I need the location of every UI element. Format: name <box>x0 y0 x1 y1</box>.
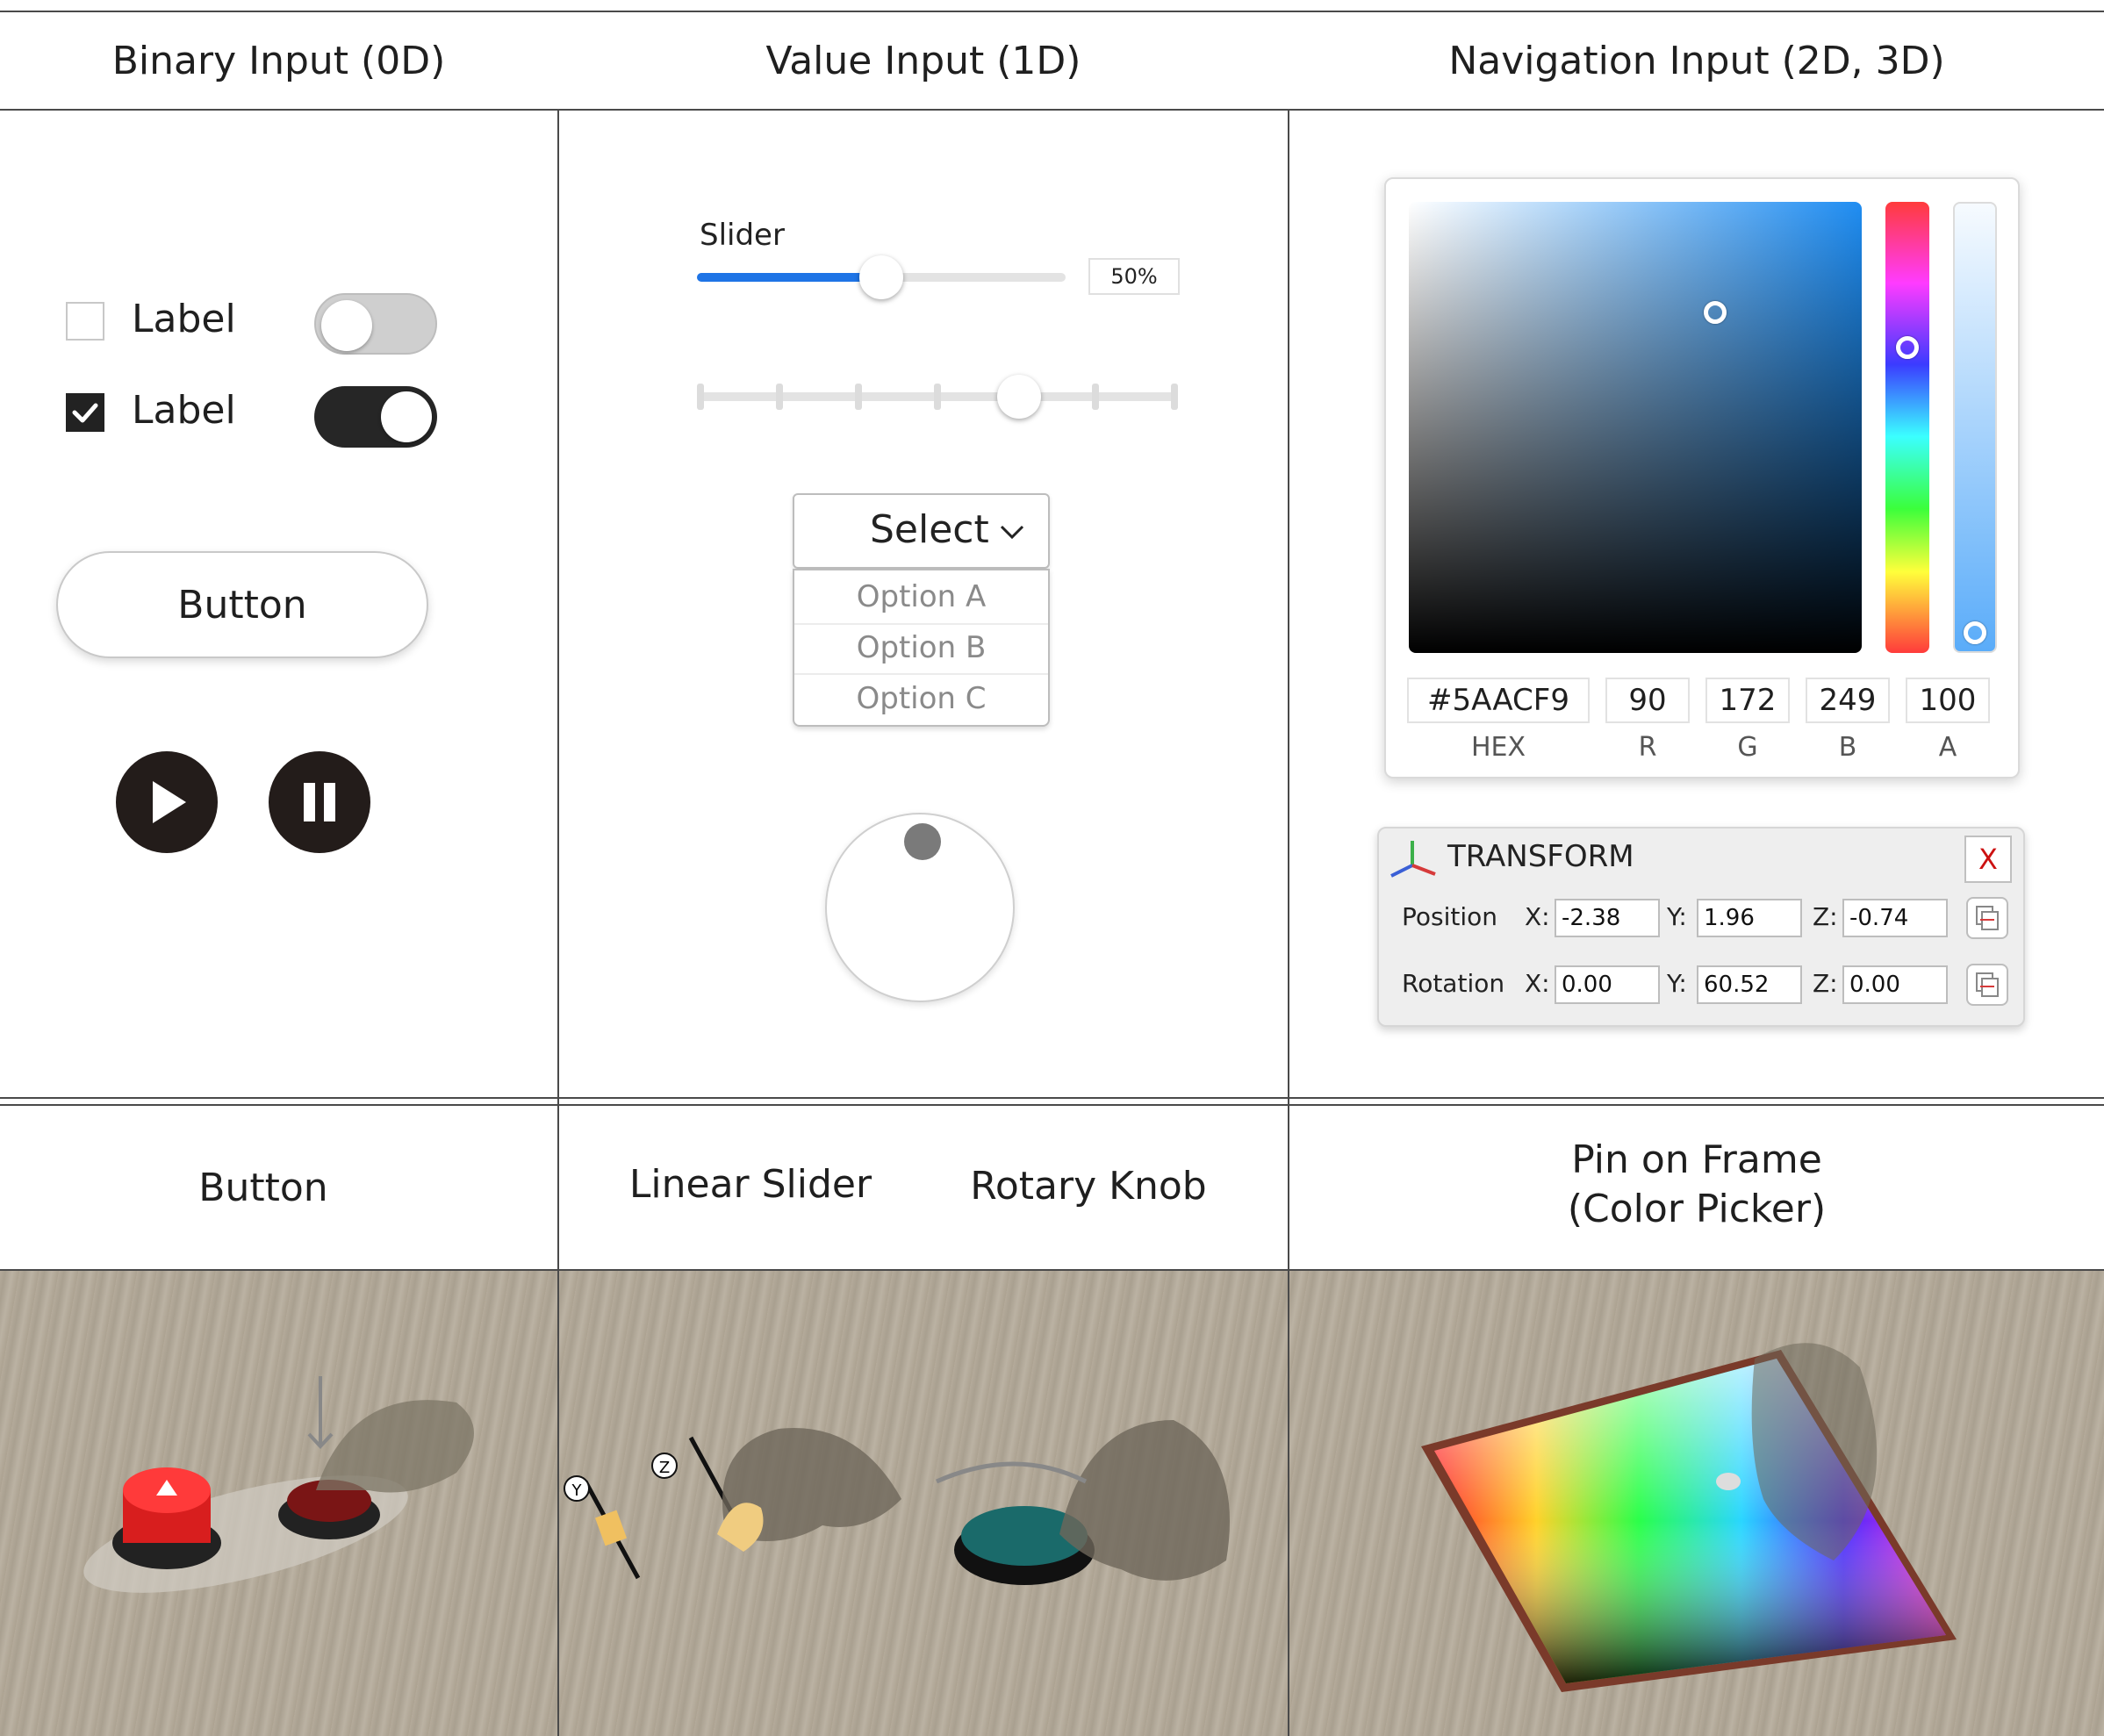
slider-fill <box>697 273 881 282</box>
toggle-knob <box>321 300 372 351</box>
transform-title: TRANSFORM <box>1447 839 1634 874</box>
toggle-on[interactable] <box>314 386 437 448</box>
close-icon: X <box>1978 843 1998 876</box>
sv-handle[interactable] <box>1704 301 1727 324</box>
copy-icon <box>1976 972 1999 997</box>
select-label: Select <box>870 507 989 552</box>
stepped-slider-thumb[interactable] <box>997 375 1042 419</box>
position-label: Position <box>1402 902 1498 931</box>
rot-z-field[interactable]: 0.00 <box>1842 965 1948 1004</box>
slider-label: Slider <box>700 218 785 253</box>
slider-tick <box>1171 384 1178 410</box>
checkbox-checked[interactable] <box>66 393 104 432</box>
header-value: Value Input (1D) <box>765 38 1081 83</box>
axis-gizmo-icon <box>1390 841 1436 878</box>
vr-color-frame-scene <box>1421 1343 1957 1692</box>
pos-y-field[interactable]: 1.96 <box>1697 899 1802 937</box>
toggle-off[interactable] <box>314 293 437 355</box>
saturation-value-area[interactable] <box>1409 202 1862 653</box>
rot-x-field[interactable]: 0.00 <box>1555 965 1660 1004</box>
header-binary: Binary Input (0D) <box>111 38 446 83</box>
hex-field[interactable]: #5AACF9 <box>1407 678 1590 723</box>
copy-icon <box>1976 906 1999 930</box>
rotation-label: Rotation <box>1402 969 1505 998</box>
option-a[interactable]: Option A <box>794 572 1048 621</box>
b-field[interactable]: 249 <box>1806 678 1890 723</box>
r-label: R <box>1638 732 1657 763</box>
photo-slider-knob: Y Z <box>559 1271 1288 1736</box>
option-b[interactable]: Option B <box>794 623 1048 672</box>
photo-color-frame <box>1289 1271 2104 1736</box>
pill-button[interactable]: Button <box>56 551 428 658</box>
hue-handle[interactable] <box>1896 336 1919 359</box>
rot-z-axis: Z: <box>1813 969 1838 998</box>
slider-value[interactable]: 50% <box>1088 258 1180 295</box>
hue-bar[interactable] <box>1885 202 1929 653</box>
slider-tick <box>776 384 783 410</box>
caption-button: Button <box>198 1166 328 1210</box>
pos-z-field[interactable]: -0.74 <box>1842 899 1948 937</box>
rot-x-axis: X: <box>1525 969 1550 998</box>
g-label: G <box>1737 732 1758 763</box>
alpha-handle[interactable] <box>1964 621 1986 644</box>
pos-y-axis: Y: <box>1667 902 1687 931</box>
checkbox-label-2: Label <box>132 388 236 433</box>
header-rule <box>0 109 2104 111</box>
dropdown-menu: Option A Option B Option C <box>793 569 1050 727</box>
slider-tick <box>697 384 704 410</box>
caption-rotary-knob: Rotary Knob <box>970 1164 1207 1209</box>
slider-tick <box>855 384 862 410</box>
dial-indicator <box>904 823 941 860</box>
pause-icon <box>304 783 335 821</box>
chevron-down-icon <box>1000 525 1024 540</box>
rotary-dial[interactable] <box>825 813 1015 1002</box>
pos-z-axis: Z: <box>1813 902 1838 931</box>
rot-y-field[interactable]: 60.52 <box>1697 965 1802 1004</box>
close-button[interactable]: X <box>1964 836 2012 883</box>
checkbox-unchecked[interactable] <box>66 302 104 341</box>
caption-pin-on-frame: Pin on Frame <box>1571 1137 1822 1182</box>
figure: Binary Input (0D) Value Input (1D) Navig… <box>0 0 2104 1736</box>
play-button[interactable] <box>116 751 218 853</box>
slider-thumb[interactable] <box>859 255 903 299</box>
caption-color-picker: (Color Picker) <box>1567 1187 1827 1231</box>
a-label: A <box>1938 732 1957 763</box>
pause-button[interactable] <box>269 751 370 853</box>
slider-z-label: Z <box>659 1459 670 1477</box>
mid-rule-1 <box>0 1097 2104 1099</box>
checkbox-label-1: Label <box>132 297 236 341</box>
rot-y-axis: Y: <box>1667 969 1687 998</box>
copy-rotation-button[interactable] <box>1966 964 2008 1006</box>
r-field[interactable]: 90 <box>1605 678 1690 723</box>
caption-linear-slider: Linear Slider <box>628 1162 872 1207</box>
vr-slider-knob-scene: Y Z <box>564 1420 1230 1585</box>
select-dropdown[interactable]: Select <box>793 493 1050 569</box>
pos-x-field[interactable]: -2.38 <box>1555 899 1660 937</box>
slider-y-label: Y <box>571 1481 583 1500</box>
vr-button-scene <box>83 1376 474 1593</box>
toggle-knob <box>381 391 432 442</box>
color-picker: #5AACF9 90 172 249 100 HEX R G B A <box>1384 177 2020 778</box>
a-field[interactable]: 100 <box>1906 678 1990 723</box>
slider-tick <box>934 384 941 410</box>
hex-label: HEX <box>1470 732 1526 763</box>
header-navigation: Navigation Input (2D, 3D) <box>1448 38 1945 83</box>
copy-position-button[interactable] <box>1966 897 2008 939</box>
play-icon <box>153 781 186 823</box>
b-label: B <box>1838 732 1857 763</box>
alpha-bar[interactable] <box>1953 202 1997 653</box>
mid-rule-2 <box>0 1104 2104 1106</box>
check-icon <box>72 403 98 423</box>
pos-x-axis: X: <box>1525 902 1550 931</box>
slider-tick <box>1092 384 1099 410</box>
g-field[interactable]: 172 <box>1705 678 1790 723</box>
transform-panel: TRANSFORM X Position X: -2.38 Y: 1.96 Z:… <box>1377 827 2025 1027</box>
option-c[interactable]: Option C <box>794 674 1048 723</box>
photo-button <box>0 1271 557 1736</box>
